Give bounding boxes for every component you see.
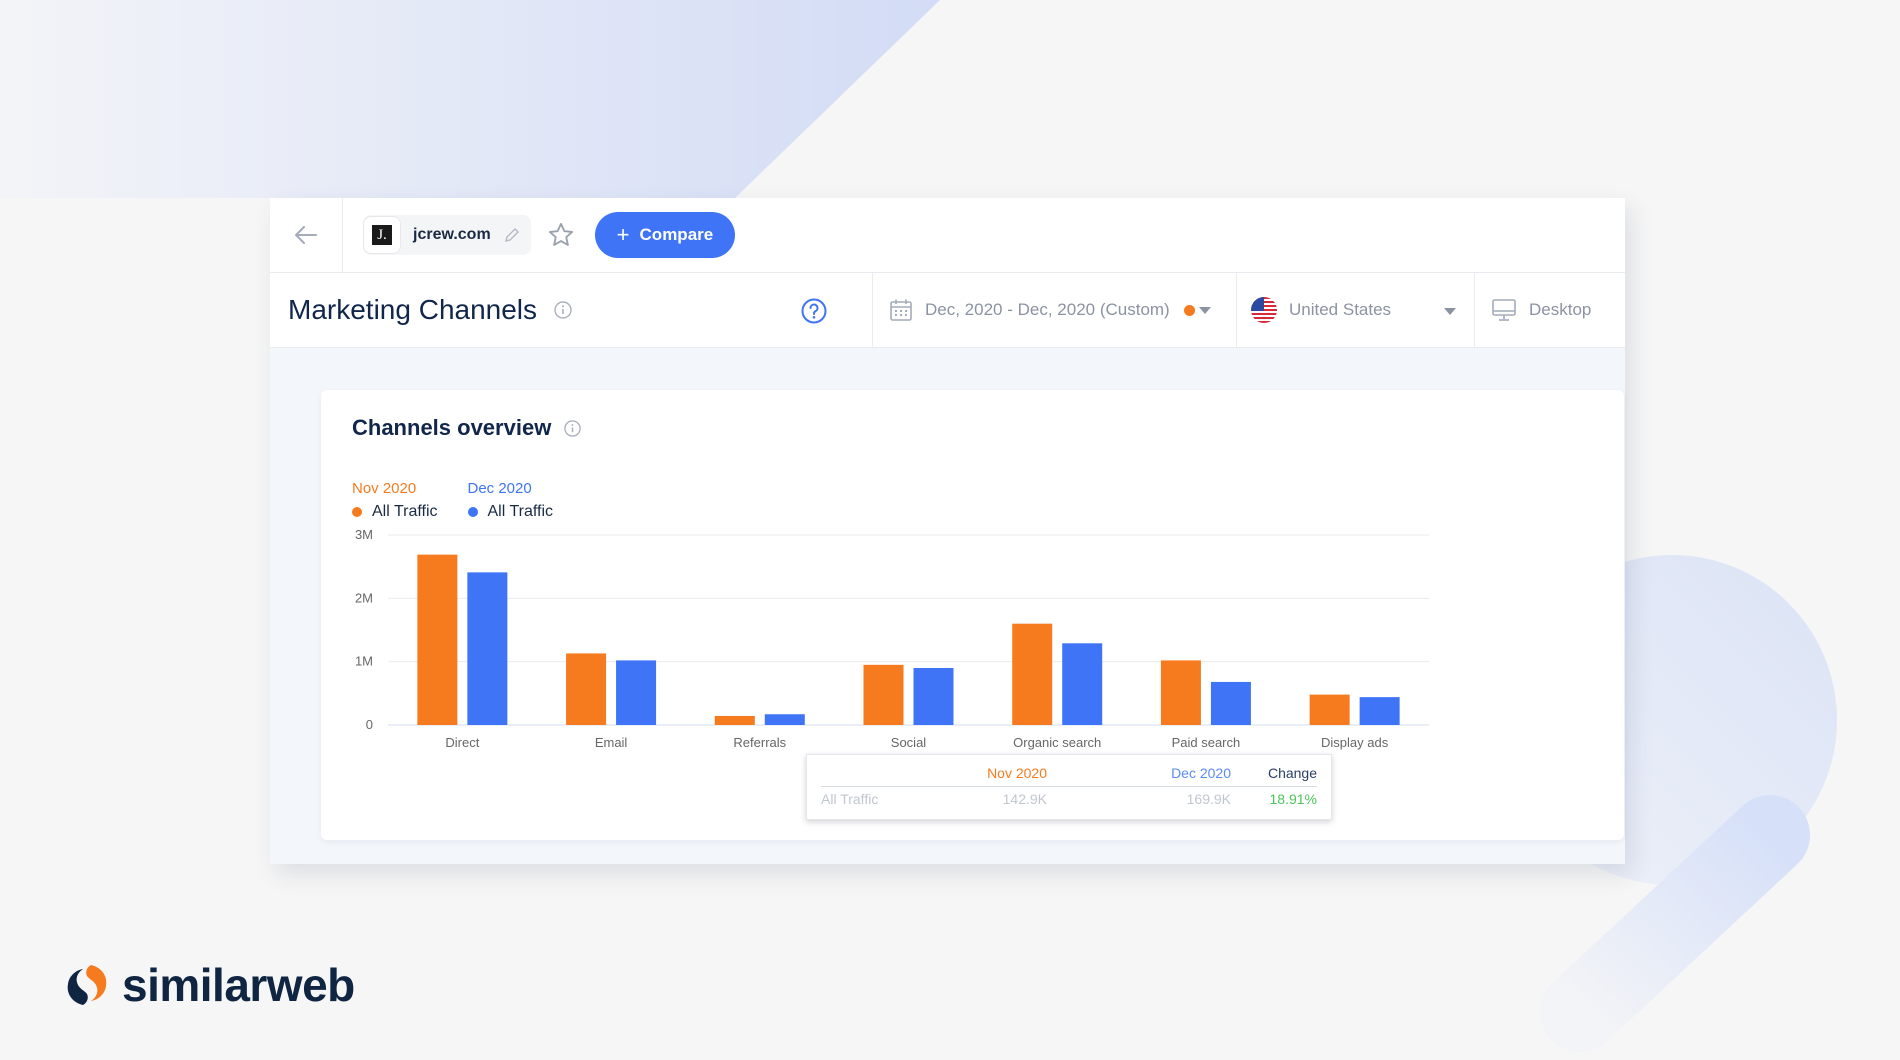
us-flag-icon xyxy=(1251,297,1277,323)
device-select[interactable]: Desktop xyxy=(1475,273,1625,347)
site-name: jcrew.com xyxy=(413,226,491,243)
bar-nov xyxy=(417,554,458,725)
tooltip-change-value: 18.91% xyxy=(1269,791,1317,807)
x-category-label: Display ads xyxy=(1321,735,1389,750)
chevron-down-icon xyxy=(1444,308,1456,315)
tooltip-row-label: All Traffic xyxy=(821,791,879,807)
bar-dec xyxy=(1359,697,1400,725)
chart-tooltip: Nov 2020 Dec 2020 Change All Traffic 142… xyxy=(806,754,1332,820)
similarweb-logo: similarweb xyxy=(64,958,355,1012)
pencil-icon[interactable] xyxy=(503,226,521,244)
plus-icon: + xyxy=(616,222,630,247)
favicon-letter: J. xyxy=(372,225,392,245)
info-icon[interactable] xyxy=(553,300,573,320)
country-select[interactable]: United States xyxy=(1237,273,1475,347)
bar-dec xyxy=(467,572,508,725)
page-header: Marketing Channels Dec, 2020 - Dec, 2020… xyxy=(270,273,1625,348)
bar-nov xyxy=(1012,623,1053,725)
y-tick-label: 0 xyxy=(366,717,373,732)
tooltip-header: Nov 2020 Dec 2020 Change xyxy=(821,763,1317,787)
tooltip-col-change: Change xyxy=(1267,765,1317,781)
tooltip-nov-value: 142.9K xyxy=(1002,791,1047,807)
y-tick-label: 2M xyxy=(355,590,373,605)
device-value: Desktop xyxy=(1529,300,1592,319)
x-category-label: Social xyxy=(891,735,927,750)
arrow-left-icon xyxy=(295,226,317,244)
site-favicon: J. xyxy=(363,216,401,254)
date-range-value: Dec, 2020 - Dec, 2020 (Custom) xyxy=(925,300,1170,319)
y-tick-label: 1M xyxy=(355,654,373,669)
x-category-label: Direct xyxy=(445,735,479,750)
x-category-label: Referrals xyxy=(733,735,786,750)
brand-name: similarweb xyxy=(122,959,355,1011)
country-value: United States xyxy=(1289,300,1392,319)
bar-dec xyxy=(616,660,657,725)
bar-nov xyxy=(1160,660,1201,725)
bar-dec xyxy=(913,668,954,725)
top-toolbar: J. jcrew.com + Compare xyxy=(270,198,1625,273)
bar-dec xyxy=(1062,643,1103,725)
tooltip-row: All Traffic 142.9K 169.9K 18.91% xyxy=(821,789,1317,811)
help-icon[interactable] xyxy=(800,297,828,325)
tooltip-col-nov: Nov 2020 xyxy=(987,765,1047,781)
desktop-icon xyxy=(1492,299,1516,321)
site-chip[interactable]: J. jcrew.com xyxy=(363,215,531,255)
date-status-dot xyxy=(1183,304,1195,316)
date-range-picker[interactable]: Dec, 2020 - Dec, 2020 (Custom) xyxy=(873,273,1237,347)
back-button[interactable] xyxy=(270,198,343,272)
star-icon[interactable] xyxy=(547,221,575,249)
chevron-down-icon xyxy=(1198,306,1211,314)
bar-dec xyxy=(764,714,805,725)
page-title: Marketing Channels xyxy=(288,294,538,325)
bar-nov xyxy=(566,653,607,725)
x-category-label: Email xyxy=(595,735,628,750)
tooltip-col-dec: Dec 2020 xyxy=(1171,765,1231,781)
bar-nov xyxy=(1309,694,1350,725)
calendar-icon xyxy=(890,299,912,321)
x-category-label: Organic search xyxy=(1013,735,1101,750)
similarweb-logo-icon xyxy=(67,965,107,1005)
x-category-label: Paid search xyxy=(1172,735,1241,750)
tooltip-dec-value: 169.9K xyxy=(1186,791,1231,807)
compare-label: Compare xyxy=(639,225,714,244)
channels-overview-card: Channels overview Nov 2020 All Traffic D… xyxy=(321,390,1624,840)
compare-button[interactable]: + Compare xyxy=(594,212,736,258)
bar-dec xyxy=(1210,681,1251,725)
app-window: J. jcrew.com + Compare Marketing Channel… xyxy=(270,198,1625,864)
bar-nov xyxy=(714,715,755,725)
page-title-section: Marketing Channels xyxy=(270,273,873,347)
bar-nov xyxy=(863,664,904,725)
y-tick-label: 3M xyxy=(355,527,373,542)
